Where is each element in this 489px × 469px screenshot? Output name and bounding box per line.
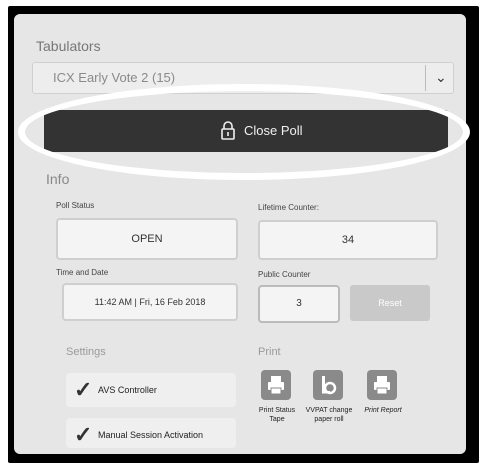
printer-icon [268, 376, 284, 395]
manual-session-activation-checkbox[interactable]: ✓ Manual Session Activation [66, 418, 236, 448]
time-date-value: 11:42 AM | Fri, 16 Feb 2018 [94, 297, 206, 307]
info-label: Info [46, 171, 70, 187]
time-date-label: Time and Date [56, 268, 109, 277]
print-report-button[interactable] [367, 370, 397, 400]
checkmark-icon: ✓ [74, 422, 93, 447]
print-status-tape-button[interactable] [261, 370, 291, 400]
public-counter-value: 3 [296, 298, 302, 309]
checkmark-icon: ✓ [74, 377, 93, 402]
paper-roll-icon [322, 376, 337, 395]
print-label: Print [258, 346, 281, 358]
public-counter-label: Public Counter [258, 270, 311, 279]
print-status-tape-label: Print Status Tape [252, 406, 302, 424]
print-status-tape-label-line1: Print Status [258, 407, 296, 414]
highlight-oval [18, 84, 470, 180]
tabulator-select-value: ICX Early Vote 2 (15) [53, 70, 176, 85]
manual-session-activation-label: Manual Session Activation [98, 430, 204, 440]
avs-controller-checkbox[interactable]: ✓ AVS Controller [66, 373, 236, 407]
tabulators-label: Tabulators [36, 38, 101, 54]
settings-label: Settings [66, 346, 106, 358]
print-status-tape-label-line2: Tape [269, 416, 285, 423]
reset-button[interactable]: Reset [350, 285, 430, 321]
public-counter-box: 3 [258, 285, 340, 323]
avs-controller-label: AVS Controller [98, 385, 157, 395]
vvpat-label-line1: VVPAT change [305, 407, 353, 414]
vvpat-change-paper-roll-button[interactable] [313, 370, 343, 400]
select-divider [425, 65, 426, 91]
lifetime-counter-value: 34 [341, 234, 355, 246]
chevron-down-icon[interactable]: ⌄ [435, 69, 447, 86]
vvpat-label-line2: paper roll [314, 416, 344, 423]
vvpat-change-paper-roll-label: VVPAT change paper roll [302, 406, 356, 424]
printer-icon [374, 376, 390, 395]
lifetime-counter-label: Lifetime Counter: [258, 203, 319, 212]
poll-status-value: OPEN [131, 233, 163, 245]
lifetime-counter-box: 34 [258, 220, 438, 260]
print-report-label-line1: Print Report [364, 407, 402, 414]
poll-status-label: Poll Status [56, 201, 95, 210]
time-date-box: 11:42 AM | Fri, 16 Feb 2018 [62, 283, 238, 321]
print-report-label: Print Report [358, 406, 408, 415]
poll-status-box: OPEN [56, 218, 238, 260]
